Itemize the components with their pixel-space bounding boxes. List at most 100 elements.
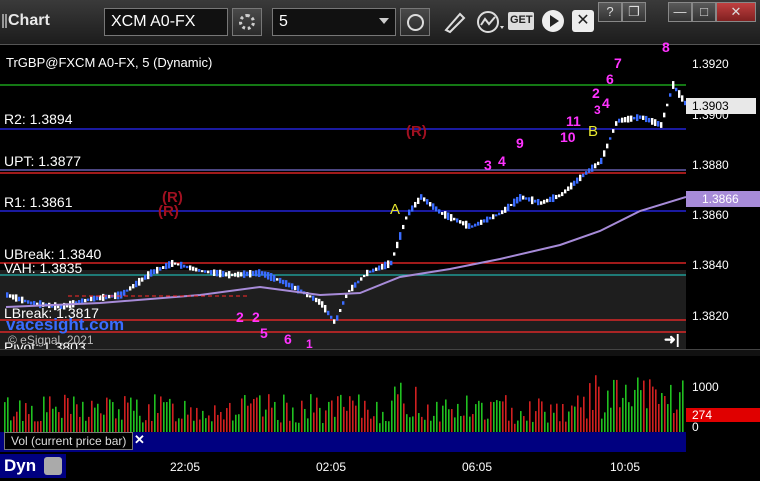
volume-bar	[664, 396, 666, 432]
volume-bar	[103, 414, 105, 432]
play-button[interactable]	[542, 10, 564, 32]
get-data-button[interactable]: GET	[508, 12, 534, 30]
candle	[645, 115, 648, 123]
count-7: 7	[614, 55, 622, 71]
draw-tool-button[interactable]	[440, 8, 470, 36]
volume-bar	[16, 411, 18, 432]
candle	[135, 280, 138, 288]
volume-bar	[283, 394, 285, 432]
restore-button[interactable]: ❐	[622, 2, 646, 22]
interval-select[interactable]: 5	[272, 8, 396, 36]
volume-bar	[553, 412, 555, 432]
candle	[198, 269, 201, 272]
symbol-input[interactable]: XCM A0-FX	[104, 8, 228, 36]
window-close-button[interactable]: ✕	[716, 2, 756, 22]
volume-bar	[415, 386, 417, 432]
candle	[276, 278, 279, 281]
symbol-value: XCM A0-FX	[111, 13, 196, 30]
volume-bar	[127, 402, 129, 432]
price-chart[interactable]	[0, 45, 686, 349]
interval-lock-icon[interactable]	[44, 457, 62, 475]
maximize-button[interactable]: □	[692, 2, 716, 22]
candle	[558, 194, 561, 198]
candle	[588, 168, 591, 173]
volume-bar	[565, 421, 567, 432]
candle	[432, 203, 435, 210]
candle	[576, 177, 579, 184]
candle	[261, 271, 264, 276]
volume-axis[interactable]: 1000 0 274	[686, 356, 760, 434]
candle	[477, 221, 480, 226]
get-label: GET	[510, 14, 533, 26]
volume-bar	[295, 422, 297, 432]
volume-study-label[interactable]: Vol (current price bar)	[4, 432, 134, 450]
volume-bar	[403, 403, 405, 432]
volume-bar	[52, 408, 54, 432]
volume-bar	[490, 401, 492, 432]
candle	[582, 173, 585, 178]
volume-bar	[64, 394, 66, 432]
clock-icon	[407, 14, 424, 31]
play-icon	[550, 15, 559, 27]
volume-bar	[463, 415, 465, 432]
volume-close-icon[interactable]: ✕	[134, 432, 145, 448]
close-chart-button[interactable]: ✕	[572, 10, 594, 32]
volume-bar	[310, 394, 312, 432]
candle	[375, 267, 378, 271]
volume-bar	[43, 396, 45, 432]
time-axis[interactable]: Dyn 22:05 02:05 06:05 10:05	[0, 452, 760, 481]
price-axis[interactable]: 1.3920 1.3900 1.3880 1.3860 1.3840 1.382…	[686, 45, 760, 349]
time-template-button[interactable]	[400, 8, 430, 36]
candle	[453, 217, 456, 221]
volume-bar	[649, 379, 651, 432]
candle	[603, 150, 606, 157]
candle	[462, 221, 465, 226]
volume-pane[interactable]	[0, 356, 686, 432]
marker-b: B	[588, 123, 599, 140]
candle	[528, 197, 531, 202]
candle	[459, 220, 462, 224]
help-button[interactable]: ?	[598, 2, 622, 22]
candle	[540, 201, 543, 205]
scroll-to-end-icon[interactable]: ➜|	[664, 331, 680, 348]
candle	[369, 270, 372, 273]
candle	[678, 90, 681, 98]
volume-bar	[70, 413, 72, 432]
candle	[156, 266, 159, 274]
studies-button[interactable]	[474, 8, 508, 36]
candle	[18, 296, 21, 302]
volume-bar	[97, 403, 99, 432]
candle	[522, 195, 525, 200]
volume-bar	[661, 393, 663, 432]
volume-bar	[613, 379, 615, 432]
volume-bar	[667, 404, 669, 432]
price-pane[interactable]: TrGBP@FXCM A0-FX, 5 (Dynamic) R2: 1.3894…	[0, 39, 686, 355]
chevron-down-icon	[379, 18, 389, 24]
volume-bar	[334, 416, 336, 432]
candle	[585, 171, 588, 175]
volume-bar	[244, 395, 246, 432]
candle	[672, 81, 675, 89]
volume-bar	[496, 400, 498, 432]
volume-bar	[154, 394, 156, 432]
volume-bar	[628, 402, 630, 432]
minimize-button[interactable]: —	[668, 2, 692, 22]
count-9: 9	[516, 135, 524, 151]
volume-bar	[589, 383, 591, 432]
candle	[543, 199, 546, 204]
volume-bar	[421, 416, 423, 432]
symbol-settings-button[interactable]	[232, 8, 262, 36]
volume-bar	[235, 414, 237, 432]
candle	[573, 180, 576, 186]
candle	[549, 196, 552, 202]
candle	[84, 298, 87, 303]
volume-bar	[211, 421, 213, 432]
candle	[192, 266, 195, 271]
candle	[381, 263, 384, 270]
volume-bar	[424, 419, 426, 432]
volume-bar	[595, 375, 597, 432]
volume-bar	[271, 407, 273, 432]
candle	[591, 164, 594, 172]
volume-bar	[625, 384, 627, 432]
volume-bar	[109, 399, 111, 432]
